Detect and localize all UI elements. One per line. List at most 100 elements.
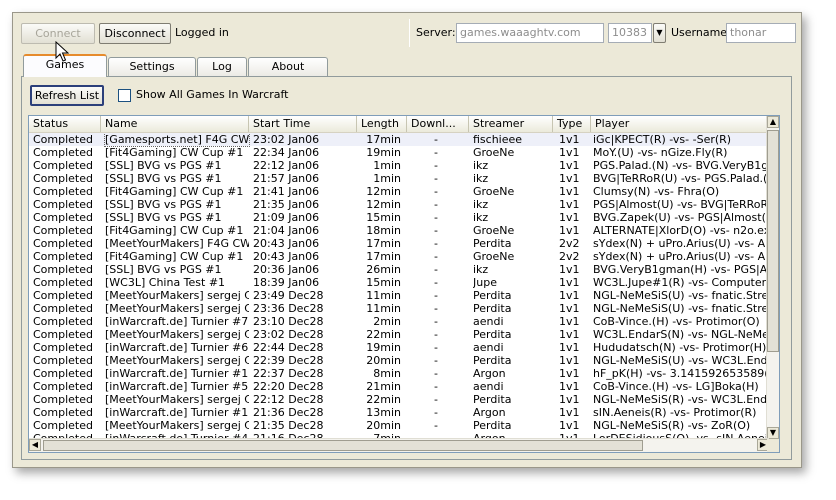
cell-length: 11min [366,302,401,315]
cell-download: - [434,419,438,432]
table-row[interactable]: Completed [Gamesports.net] F4G CW ... 23:0… [29,133,769,147]
chevron-down-icon[interactable]: ▼ [653,23,666,43]
table-row[interactable]: Completed [inWarcraft.de] Turnier #1 21:36… [29,406,769,419]
cell-start-time: 20:36 Jan06 [253,263,320,276]
cell-type: 1v1 [559,276,580,289]
cell-length: 26min [366,263,401,276]
table-row[interactable]: Completed [SSL] BVG vs PGS #1 20:36 Jan06 2… [29,263,769,276]
cell-streamer: Perdita [473,328,512,341]
tab-label: Log [212,60,232,73]
cell-name: [inWarcraft.de] Turnier #6 [105,341,249,354]
cell-name: [SSL] BVG vs PGS #1 [105,198,222,211]
list-header: Status Name Start Time Length Downl... S… [29,116,769,133]
table-row[interactable]: Completed [MeetYourMakers] sergej C... 22:… [29,393,769,406]
column-header-name[interactable]: Name [101,116,249,132]
cell-type: 1v1 [559,354,580,367]
table-row[interactable]: Completed [inWarcraft.de] Turnier #7 23:10… [29,315,769,328]
arrow-up-icon[interactable]: ▲ [767,116,779,128]
table-row[interactable]: Completed [SSL] BVG vs PGS #1 21:09 Jan06 1… [29,211,769,224]
cell-download: - [434,302,438,315]
games-list[interactable]: Status Name Start Time Length Downl... S… [28,115,780,453]
cell-name: [WC3L] China Test #1 [105,276,226,289]
server-input[interactable]: games.waaaghtv.com [456,23,604,43]
cell-length: 22min [366,328,401,341]
horizontal-scrollbar[interactable]: ◀ ▶ [29,438,769,452]
table-row[interactable]: Completed [Fit4Gaming] CW Cup #1 21:04 Jan… [29,224,769,237]
cell-name: [MeetYourMakers] sergej C... [105,393,249,406]
cell-status: Completed [33,354,93,367]
cell-name: [Fit4Gaming] CW Cup #1 [105,185,244,198]
table-row[interactable]: Completed [inWarcraft.de] Turnier #5 22:20… [29,380,769,393]
cell-type: 1v1 [559,172,580,185]
cell-length: 19min [366,146,401,159]
cell-start-time: 18:39 Jan06 [253,276,320,289]
cell-name: [Fit4Gaming] CW Cup #1 [105,250,244,263]
cell-name: [MeetYourMakers] sergej C... [105,354,249,367]
cell-status: Completed [33,289,93,302]
disconnect-button[interactable]: Disconnect [99,23,171,44]
horizontal-scroll-thumb[interactable] [43,440,643,451]
cell-status: Completed [33,328,93,341]
table-row[interactable]: Completed [Fit4Gaming] CW Cup #1 20:43 Jan… [29,250,769,263]
username-input[interactable]: thonar [726,23,796,43]
cell-status: Completed [33,315,93,328]
column-header-length[interactable]: Length [357,116,407,132]
table-row[interactable]: Completed [MeetYourMakers] F4G CW... 20:43… [29,237,769,250]
cell-streamer: aendi [473,341,504,354]
cell-length: 2min [373,315,401,328]
cell-download: - [434,354,438,367]
vertical-scroll-thumb[interactable] [767,130,779,352]
column-header-status[interactable]: Status [29,116,101,132]
cell-length: 21min [366,380,401,393]
tab-label: About [271,60,305,73]
cell-streamer: GroeNe [473,185,515,198]
refresh-list-button[interactable]: Refresh List [30,85,104,106]
cell-length: 15min [366,211,401,224]
arrow-left-icon[interactable]: ◀ [29,439,41,451]
games-panel: Refresh List Show All Games In Warcraft … [21,76,792,460]
cell-type: 1v1 [559,211,580,224]
cell-player: sYdex(N) + uPro.Arius(U) -vs- ALTER [593,250,769,263]
column-header-type[interactable]: Type [553,116,591,132]
cell-download: - [434,211,438,224]
table-row[interactable]: Completed [SSL] BVG vs PGS #1 21:35 Jan06 1… [29,198,769,211]
table-row[interactable]: Completed [Fit4Gaming] CW Cup #1 21:41 Jan… [29,185,769,198]
table-row[interactable]: Completed [SSL] BVG vs PGS #1 21:57 Jan06 1… [29,172,769,185]
cell-type: 1v1 [559,289,580,302]
cell-streamer: GroeNe [473,146,515,159]
table-row[interactable]: Completed [inWarcraft.de] Turnier #1 22:37… [29,367,769,380]
table-row[interactable]: Completed [MeetYourMakers] sergej C... 22:… [29,354,769,367]
tab-about[interactable]: About [248,57,328,76]
vertical-scrollbar[interactable]: ▲ ▼ [766,116,779,439]
column-header-player[interactable]: Player [591,116,769,132]
column-header-download[interactable]: Downl... [407,116,469,132]
table-row[interactable]: Completed [inWarcraft.de] Turnier #6 22:44… [29,341,769,354]
table-row[interactable]: Completed [WC3L] China Test #1 18:39 Jan06… [29,276,769,289]
table-row[interactable]: Completed [MeetYourMakers] sergej C... 23:… [29,328,769,341]
cell-length: 18min [366,224,401,237]
show-all-games-label: Show All Games In Warcraft [136,88,289,101]
cell-name: [Fit4Gaming] CW Cup #1 [105,224,244,237]
cell-status: Completed [33,341,93,354]
cell-name: [inWarcraft.de] Turnier #1 [105,406,249,419]
column-header-start-time[interactable]: Start Time [249,116,357,132]
port-input[interactable]: 10383 [608,23,652,43]
table-row[interactable]: Completed [MeetYourMakers] sergej C... 21:… [29,419,769,432]
table-row[interactable]: Completed [MeetYourMakers] sergej C... 23:… [29,302,769,315]
tab-settings[interactable]: Settings [108,57,196,76]
server-label: Server: [416,26,456,39]
cell-download: - [434,263,438,276]
table-row[interactable]: Completed [SSL] BVG vs PGS #1 22:12 Jan06 1… [29,159,769,172]
cell-type: 1v1 [559,185,580,198]
cell-download: - [434,250,438,263]
cell-length: 15min [366,276,401,289]
show-all-games-checkbox[interactable] [118,89,131,102]
cell-download: - [434,159,438,172]
tab-log[interactable]: Log [197,57,247,76]
cell-name: [inWarcraft.de] Turnier #5 [105,380,249,393]
cell-download: - [434,406,438,419]
cell-download: - [434,172,438,185]
column-header-streamer[interactable]: Streamer [469,116,553,132]
table-row[interactable]: Completed [Fit4Gaming] CW Cup #1 22:34 Jan… [29,146,769,159]
table-row[interactable]: Completed [MeetYourMakers] sergej C... 23:… [29,289,769,302]
